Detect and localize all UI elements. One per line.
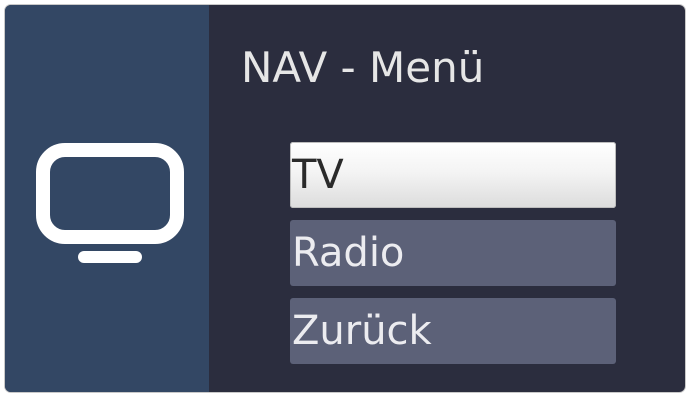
osd-menu-window: NAV - Menü TV Radio Zurück (5, 5, 685, 392)
menu-title: NAV - Menü (241, 43, 485, 92)
menu-icon-panel (5, 5, 209, 392)
menu-item-radio[interactable]: Radio (290, 220, 616, 286)
menu-item-tv[interactable]: TV (290, 142, 616, 208)
tv-stand (78, 251, 142, 263)
menu-list: TV Radio Zurück (290, 142, 616, 367)
menu-item-back[interactable]: Zurück (290, 298, 616, 364)
tv-icon (36, 143, 184, 263)
tv-screen (36, 143, 184, 244)
